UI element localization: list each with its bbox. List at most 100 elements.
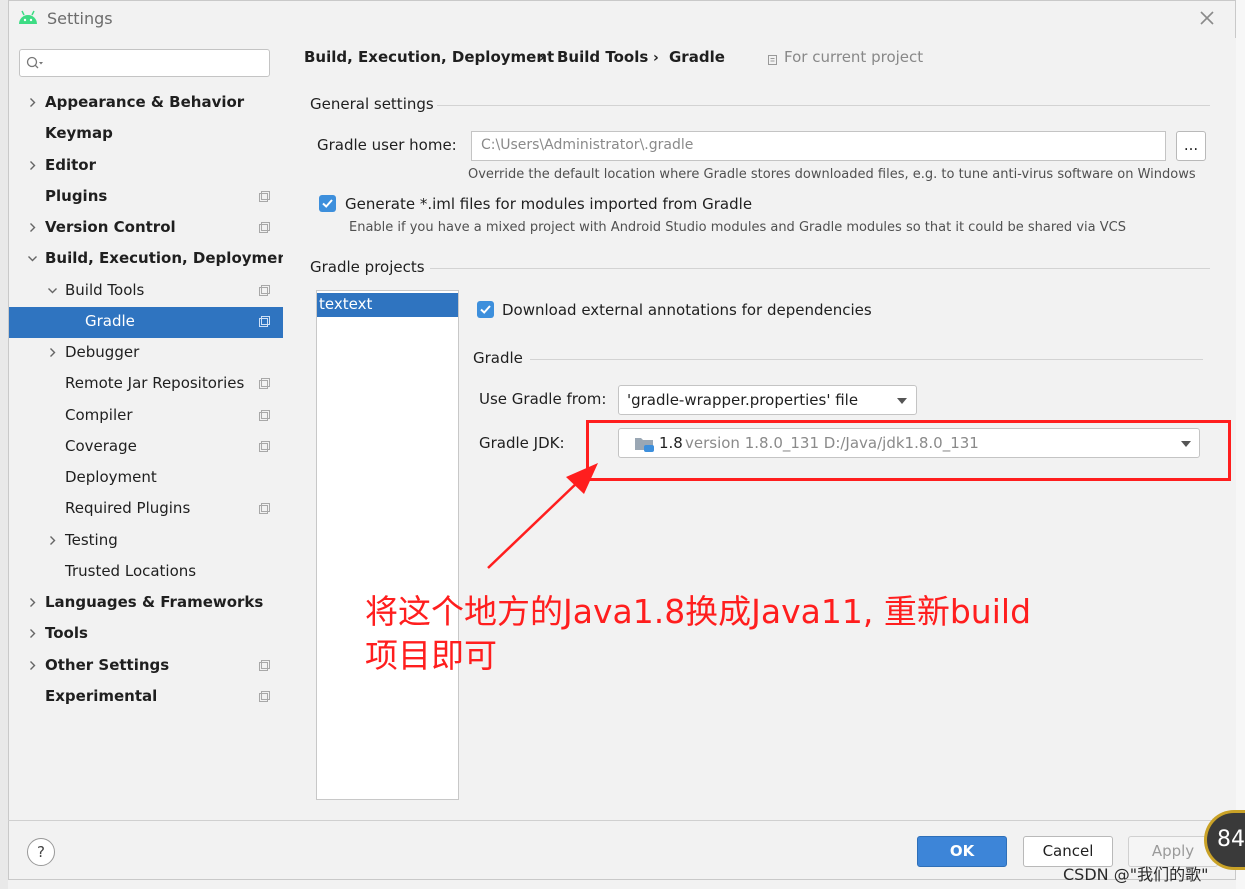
sidebar-item-label: Coverage — [65, 437, 137, 455]
close-icon[interactable] — [1196, 7, 1218, 29]
separator — [530, 359, 1203, 360]
breadcrumb-item-gradle: Gradle — [669, 48, 725, 66]
gradle-user-home-value: C:\Users\Administrator\.gradle — [481, 137, 694, 153]
sidebar-item-label: Experimental — [45, 687, 158, 705]
sidebar-item-tools[interactable]: Tools — [9, 619, 283, 650]
gradle-projects-list[interactable] — [316, 290, 459, 800]
general-settings-title: General settings — [310, 95, 434, 113]
list-item[interactable]: textext — [317, 293, 458, 317]
project-scope-icon — [259, 378, 270, 389]
browse-button[interactable]: ... — [1176, 131, 1206, 161]
project-scope-icon — [259, 660, 270, 671]
separator — [437, 105, 1210, 106]
breadcrumb-item-build-execution: Build, Execution, Deployment — [304, 48, 555, 66]
separator — [430, 268, 1210, 269]
use-gradle-from-dropdown[interactable]: 'gradle-wrapper.properties' file — [618, 385, 917, 415]
chevron-right-icon[interactable] — [27, 222, 38, 233]
sidebar-item-experimental[interactable]: Experimental — [9, 682, 283, 713]
check-icon — [480, 305, 491, 314]
sidebar-item-label: Appearance & Behavior — [45, 93, 245, 111]
use-gradle-from-value: 'gradle-wrapper.properties' file — [627, 391, 859, 409]
sidebar-item-label: Required Plugins — [65, 499, 191, 517]
sidebar-item-editor[interactable]: Editor — [9, 151, 283, 182]
sidebar-item-remote-jar-repositories[interactable]: Remote Jar Repositories — [9, 369, 283, 400]
sidebar-item-build-execution-deployment[interactable]: Build, Execution, Deployment — [9, 244, 295, 275]
use-gradle-from-label: Use Gradle from: — [479, 390, 607, 408]
background-window-right — [1236, 0, 1245, 889]
project-scope-icon — [767, 51, 779, 65]
search-icon — [26, 56, 43, 69]
footer-separator — [8, 820, 1236, 821]
sidebar-item-label: Debugger — [65, 343, 140, 361]
sidebar-item-label: Build Tools — [65, 281, 145, 299]
sidebar-item-label: Deployment — [65, 468, 157, 486]
chevron-right-icon[interactable] — [47, 535, 58, 546]
sidebar-item-build-tools[interactable]: Build Tools — [9, 276, 283, 307]
watermark: CSDN @"我们的歌" — [1063, 865, 1209, 884]
sidebar-item-label: Keymap — [45, 124, 113, 142]
sidebar-item-keymap[interactable]: Keymap — [9, 119, 283, 150]
background-window-left — [0, 0, 8, 889]
sidebar-item-testing[interactable]: Testing — [9, 526, 283, 557]
gradle-projects-title: Gradle projects — [310, 258, 425, 276]
sidebar-item-label: Build, Execution, Deployment — [45, 249, 296, 267]
sidebar-item-other-settings[interactable]: Other Settings — [9, 651, 283, 682]
sidebar-item-debugger[interactable]: Debugger — [9, 338, 283, 369]
sidebar-item-label: Languages & Frameworks — [45, 593, 264, 611]
chevron-right-icon[interactable] — [27, 660, 38, 671]
check-icon — [322, 199, 333, 208]
sidebar-item-label: Remote Jar Repositories — [65, 374, 245, 392]
sidebar-item-coverage[interactable]: Coverage — [9, 432, 283, 463]
project-scope-icon — [259, 285, 270, 296]
project-scope-icon — [259, 503, 270, 514]
generate-iml-label: Generate *.iml files for modules importe… — [345, 195, 753, 213]
gradle-user-home-hint: Override the default location where Grad… — [468, 167, 1196, 182]
download-annotations-checkbox[interactable] — [477, 301, 494, 318]
sidebar-item-languages-frameworks[interactable]: Languages & Frameworks — [9, 588, 283, 619]
sidebar-item-required-plugins[interactable]: Required Plugins — [9, 494, 283, 525]
chevron-down-icon — [897, 398, 907, 404]
chevron-right-icon[interactable] — [27, 97, 38, 108]
project-scope-icon — [259, 410, 270, 421]
window-title: Settings — [47, 9, 113, 28]
annotation-text-line1: 将这个地方的Java1.8换成Java11, 重新build — [365, 592, 1032, 631]
gradle-section-title: Gradle — [473, 349, 523, 367]
project-scope-icon — [259, 691, 270, 702]
sidebar-item-version-control[interactable]: Version Control — [9, 213, 283, 244]
chevron-down-icon[interactable] — [47, 285, 58, 296]
search-input[interactable] — [19, 49, 270, 77]
help-button[interactable]: ? — [27, 838, 55, 866]
project-scope-icon — [259, 222, 270, 233]
sidebar-item-label: Plugins — [45, 187, 108, 205]
sidebar-item-plugins[interactable]: Plugins — [9, 182, 283, 213]
chevron-right-icon[interactable] — [27, 628, 38, 639]
sidebar-item-appearance-behavior[interactable]: Appearance & Behavior — [9, 88, 283, 119]
chevron-down-icon[interactable] — [27, 253, 38, 264]
project-scope-icon — [259, 316, 270, 327]
chevron-right-icon[interactable] — [27, 160, 38, 171]
gradle-user-home-field[interactable]: C:\Users\Administrator\.gradle — [471, 131, 1166, 161]
annotation-arrow — [487, 463, 598, 569]
generate-iml-checkbox[interactable] — [319, 195, 336, 212]
generate-iml-hint: Enable if you have a mixed project with … — [349, 220, 1126, 235]
sidebar-item-trusted-locations[interactable]: Trusted Locations — [9, 557, 283, 588]
sidebar-item-gradle[interactable]: Gradle — [9, 307, 283, 338]
gradle-jdk-label: Gradle JDK: — [479, 434, 565, 452]
chevron-right-icon[interactable] — [27, 597, 38, 608]
project-scope-icon — [259, 441, 270, 452]
sidebar-item-label: Other Settings — [45, 656, 170, 674]
breadcrumb-separator-icon: › — [539, 50, 545, 66]
gradle-user-home-label: Gradle user home: — [317, 136, 457, 154]
sidebar-item-label: Testing — [65, 531, 118, 549]
breadcrumb-separator-icon: › — [653, 50, 659, 66]
sidebar-item-label: Editor — [45, 156, 96, 174]
android-icon — [17, 9, 39, 25]
sidebar-item-compiler[interactable]: Compiler — [9, 401, 283, 432]
sidebar-item-label: Gradle — [85, 312, 135, 330]
sidebar-item-label: Trusted Locations — [65, 562, 197, 580]
annotation-text-line2: 项目即可 — [365, 636, 497, 675]
sidebar-item-deployment[interactable]: Deployment — [9, 463, 283, 494]
sidebar-item-label: Tools — [45, 624, 88, 642]
ok-button[interactable]: OK — [917, 836, 1007, 867]
chevron-right-icon[interactable] — [47, 347, 58, 358]
